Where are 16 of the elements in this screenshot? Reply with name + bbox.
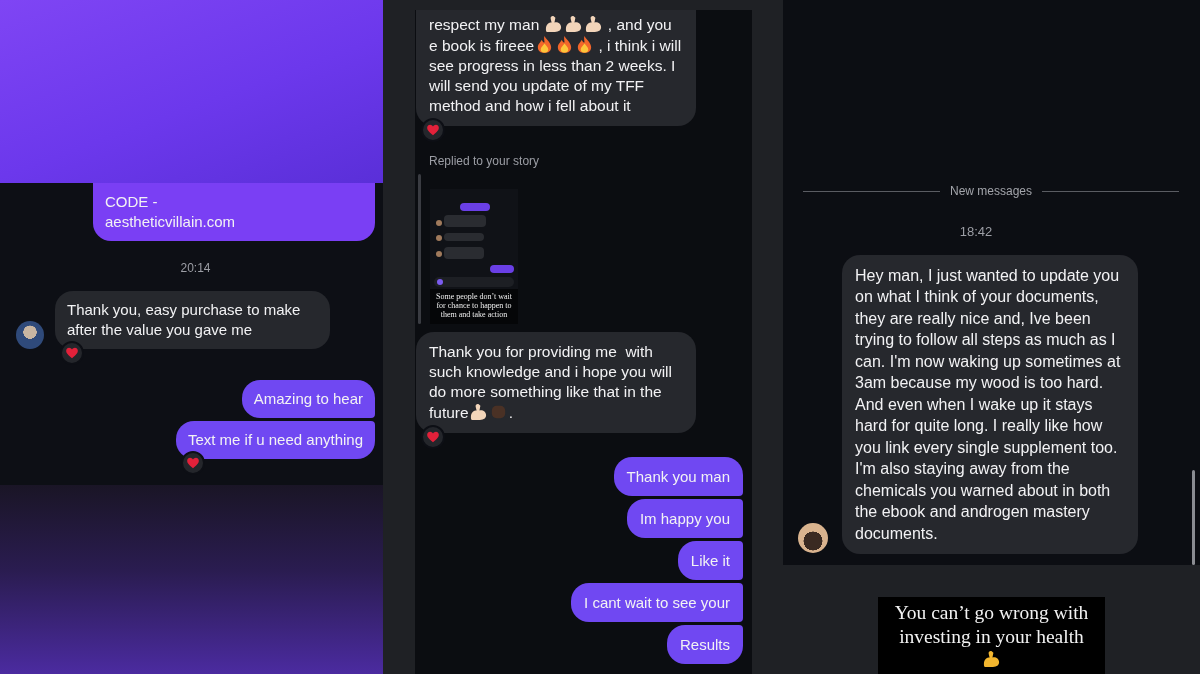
story-reply-label: Replied to your story bbox=[428, 154, 541, 168]
message-bubble: Hey man, I just wanted to update you on what I think of your documents, they are really nice and, Ive been trying to follow all steps as much as I can. I'm now waking up sometimes at 3am because my wood is too hard. And even when I wake up it stays hard for quite long. I really like how you link every single supplement too. I'm also staying away from the chemicals you warned about in both the ebook and androgen mastery documents. bbox=[842, 255, 1138, 554]
message-bubble: Like it bbox=[677, 541, 743, 580]
message-bubble: CODE - aestheticvillain.com bbox=[93, 183, 375, 241]
story-card: You can’t go wrong with investing in your health bbox=[878, 597, 1105, 674]
message-bubble: I cant wait to see your bbox=[571, 583, 743, 622]
story-caption: Some people don’t wait for chance to happen to them and take action bbox=[434, 291, 514, 319]
story-preview[interactable]: Some people don’t wait for chance to happen to them and take action bbox=[430, 189, 518, 324]
divider-label: New messages bbox=[950, 184, 1032, 198]
message-bubble: Im happy you bbox=[626, 499, 743, 538]
message-bubble: Thank you man bbox=[613, 457, 743, 496]
timestamp: 18:42 bbox=[958, 225, 994, 239]
message-bubble: Amazing to hear bbox=[241, 380, 375, 418]
timestamp: 20:14 bbox=[179, 261, 212, 275]
scrollbar[interactable] bbox=[1192, 470, 1195, 565]
message-bubble: Results bbox=[666, 625, 743, 664]
